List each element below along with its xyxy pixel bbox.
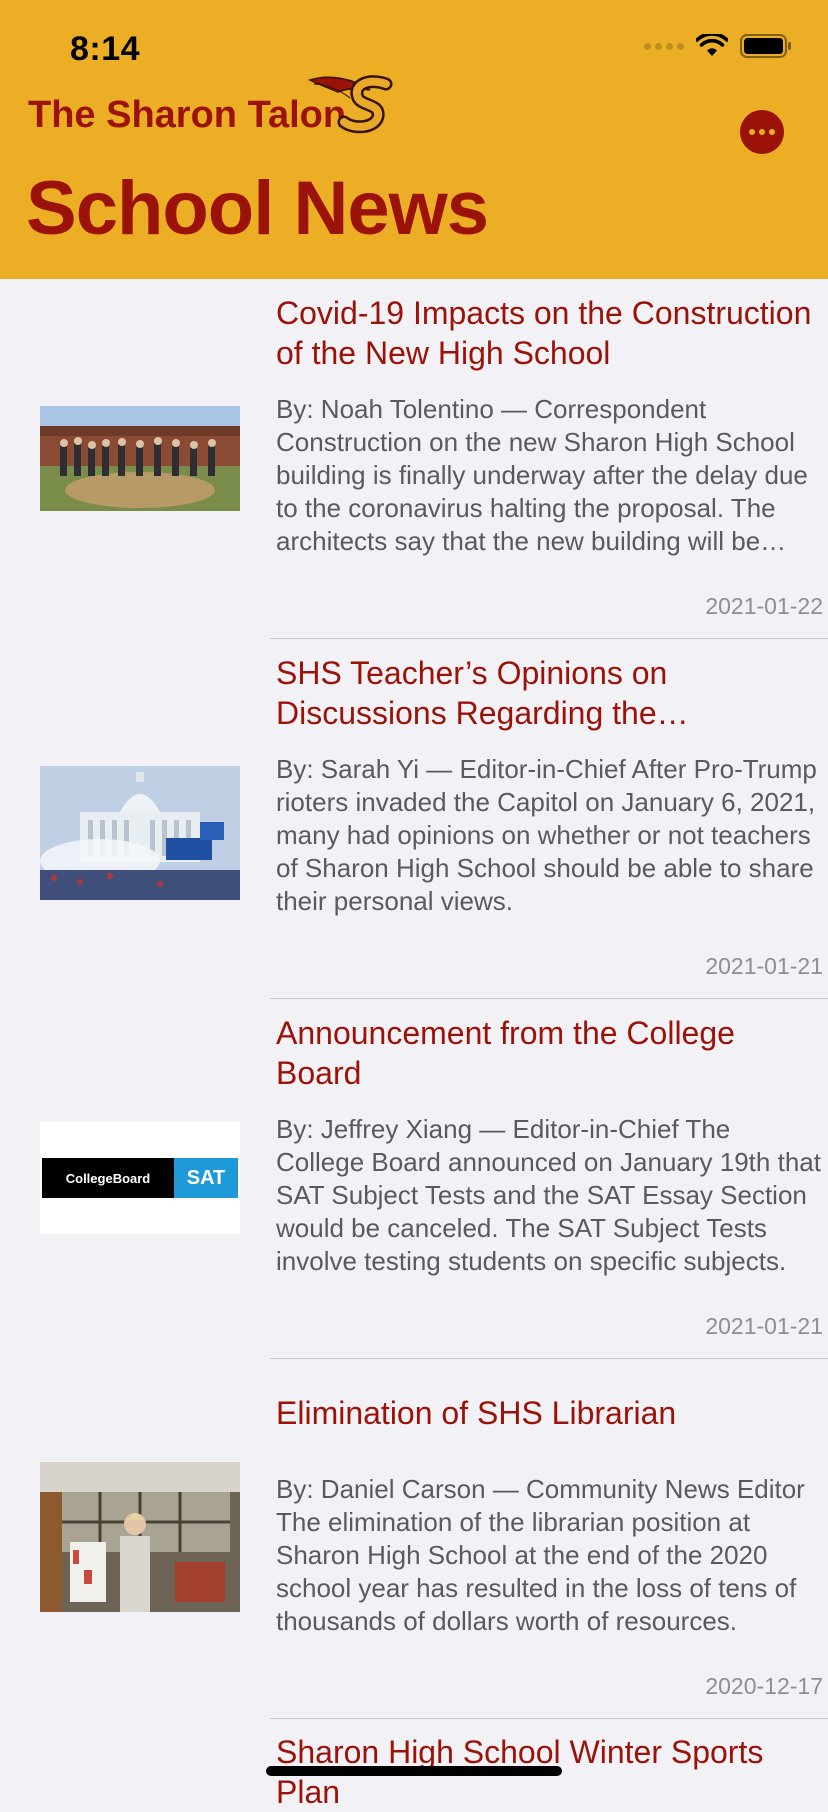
article-title: Announcement from the College Board (276, 1015, 735, 1091)
article-thumbnail (40, 1462, 240, 1612)
article-date: 2020-12-17 (705, 1673, 823, 1699)
more-options-button[interactable] (740, 110, 784, 154)
article-title: Elimination of SHS Librarian (276, 1395, 677, 1431)
article-title: SHS Teacher’s Opinions on Discussions Re… (276, 655, 668, 731)
home-indicator[interactable] (266, 1766, 562, 1776)
news-list-item[interactable]: Elimination of SHS Librarian By: Daniel … (40, 1359, 828, 1719)
ellipsis-icon (749, 129, 755, 135)
article-excerpt: By: Jeffrey Xiang — Editor-in-Chief The … (276, 1114, 821, 1276)
article-excerpt: By: Daniel Carson — Community News Edito… (276, 1474, 805, 1636)
article-date: 2021-01-22 (705, 593, 823, 619)
news-list-item[interactable]: CollegeBoard SAT Announcement from the C… (40, 999, 828, 1359)
news-list[interactable]: Covid-19 Impacts on the Construction of … (0, 279, 828, 1792)
article-thumbnail (40, 766, 240, 900)
article-thumbnail: CollegeBoard SAT (40, 1122, 240, 1234)
news-list-item[interactable]: SHS Teacher’s Opinions on Discussions Re… (40, 639, 828, 999)
cellular-signal-icon (644, 42, 684, 50)
article-excerpt: By: Noah Tolentino — Correspondent Const… (276, 394, 808, 556)
article-title: Covid-19 Impacts on the Construction of … (276, 295, 812, 371)
status-indicators (644, 34, 792, 58)
page-title: School News (26, 166, 489, 251)
sat-logo: SAT (174, 1158, 238, 1198)
article-date: 2021-01-21 (705, 1313, 823, 1339)
status-time: 8:14 (70, 30, 141, 68)
article-excerpt: By: Sarah Yi — Editor-in-Chief After Pro… (276, 754, 817, 916)
wifi-icon (696, 34, 728, 56)
article-thumbnail (40, 406, 240, 511)
talon-s-logo-icon (308, 75, 393, 134)
article-date: 2021-01-21 (705, 953, 823, 979)
collegeboard-logo: CollegeBoard (42, 1158, 174, 1198)
navigation-header: 8:14 The Sharon Talon School News (0, 0, 828, 279)
brand-title: The Sharon Talon (28, 94, 347, 136)
news-list-item[interactable]: Covid-19 Impacts on the Construction of … (40, 279, 828, 639)
battery-icon (740, 34, 791, 58)
